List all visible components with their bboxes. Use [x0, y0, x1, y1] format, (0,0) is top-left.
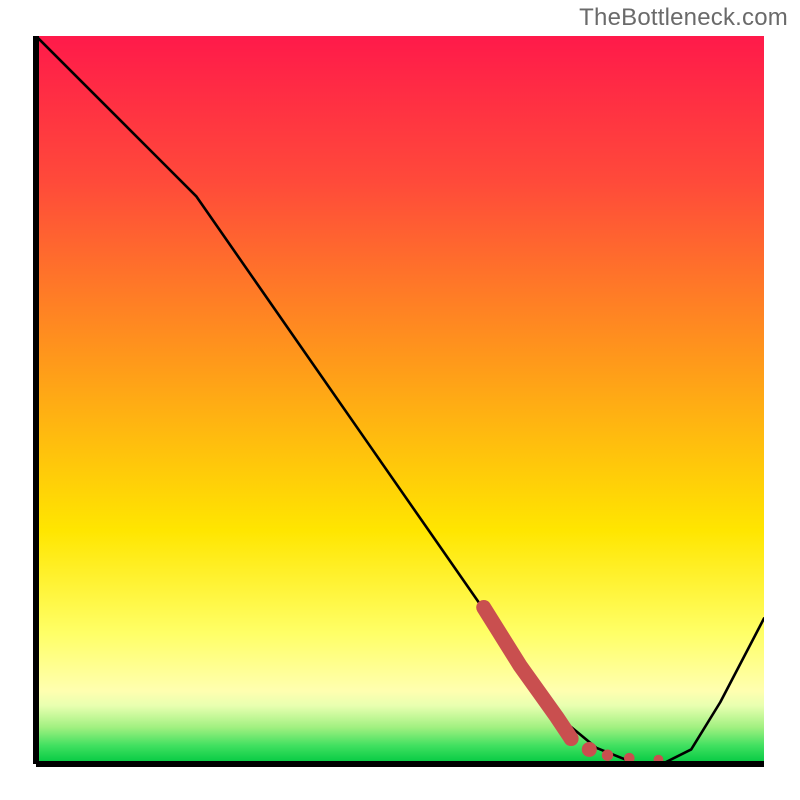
plot-area	[36, 36, 764, 764]
chart-highlight	[36, 36, 764, 764]
watermark: TheBottleneck.com	[579, 4, 788, 32]
